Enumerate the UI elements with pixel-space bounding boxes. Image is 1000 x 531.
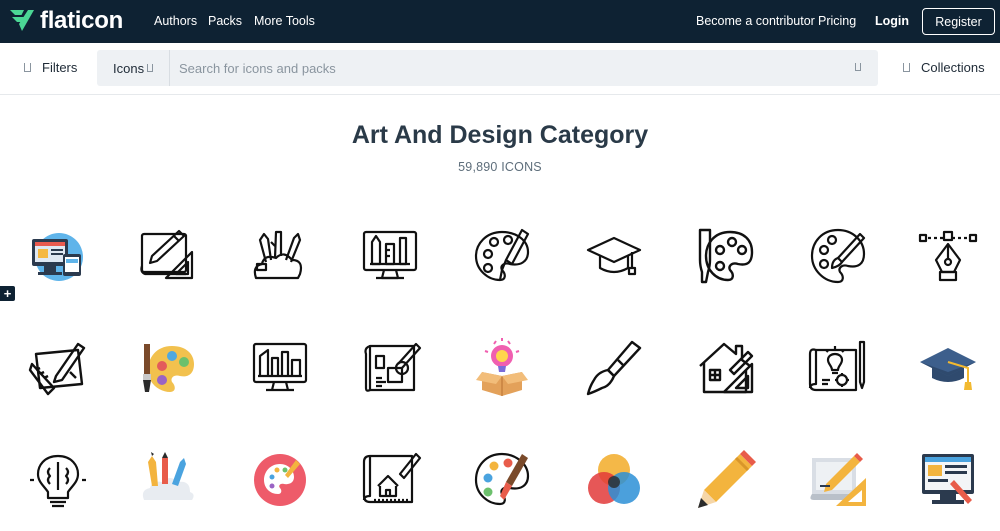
- nav-more-tools[interactable]: More Tools: [254, 14, 315, 28]
- monitor-city-icon[interactable]: [250, 338, 310, 398]
- art-supplies-icon[interactable]: [248, 226, 308, 286]
- chevron-down-icon: [147, 64, 154, 72]
- flaticon-logo[interactable]: flaticon: [8, 7, 123, 35]
- add-collection-toggle[interactable]: +: [0, 286, 15, 301]
- idea-blueprint-icon[interactable]: [808, 338, 868, 398]
- pencils-cup-icon[interactable]: [138, 450, 198, 510]
- icon-count: 59,890 ICONS: [458, 160, 542, 174]
- paint-palette-icon[interactable]: [472, 450, 532, 510]
- drawing-board-icon[interactable]: [808, 450, 868, 510]
- filters-label: Filters: [42, 60, 78, 75]
- search-input[interactable]: [179, 50, 849, 86]
- top-navigation-bar: flaticon Authors Packs More Tools Become…: [0, 0, 1000, 43]
- nav-become-contributor[interactable]: Become a contributor: [696, 14, 815, 28]
- filter-icon: [24, 63, 31, 72]
- resource-type-select[interactable]: Icons: [97, 50, 170, 86]
- pencil-icon[interactable]: [696, 450, 756, 510]
- blueprint-icon[interactable]: [362, 338, 422, 398]
- collections-label: Collections: [921, 60, 985, 75]
- resource-type-value: Icons: [113, 60, 145, 76]
- palette-circle-icon[interactable]: [250, 450, 310, 510]
- search-box: Icons: [97, 50, 878, 86]
- paint-brush-icon[interactable]: [584, 338, 644, 398]
- palette-outline-icon[interactable]: [808, 226, 868, 286]
- brain-bulb-icon[interactable]: [28, 450, 88, 510]
- collections-button[interactable]: Collections: [903, 60, 985, 75]
- house-blueprint-icon[interactable]: [362, 450, 422, 510]
- pen-tool-icon[interactable]: [918, 226, 978, 286]
- register-button[interactable]: Register: [922, 8, 995, 35]
- flaticon-logo-icon: [10, 10, 34, 31]
- palette-brush-icon[interactable]: [472, 226, 532, 286]
- drafting-icon[interactable]: [136, 226, 196, 286]
- design-monitor-icon[interactable]: [360, 226, 420, 286]
- design-tablet-icon[interactable]: [28, 338, 88, 398]
- monitor-design-icon[interactable]: [918, 450, 978, 510]
- mortarboard-icon[interactable]: [918, 338, 978, 398]
- architecture-icon[interactable]: [696, 338, 756, 398]
- color-palette-icon[interactable]: [138, 338, 198, 398]
- nav-packs[interactable]: Packs: [208, 14, 242, 28]
- palette-icon[interactable]: [696, 226, 756, 286]
- color-circles-icon[interactable]: [584, 450, 644, 510]
- creative-box-icon[interactable]: [472, 338, 532, 398]
- web-design-icon[interactable]: [26, 226, 86, 286]
- nav-authors[interactable]: Authors: [154, 14, 197, 28]
- login-link[interactable]: Login: [875, 14, 909, 28]
- nav-pricing[interactable]: Pricing: [818, 14, 856, 28]
- page-title: Art And Design Category: [351, 121, 649, 149]
- brand-name: flaticon: [40, 7, 123, 34]
- graduation-cap-icon[interactable]: [584, 226, 644, 286]
- filters-button[interactable]: Filters: [24, 60, 77, 75]
- collections-icon: [903, 63, 910, 72]
- search-icon[interactable]: [855, 63, 861, 71]
